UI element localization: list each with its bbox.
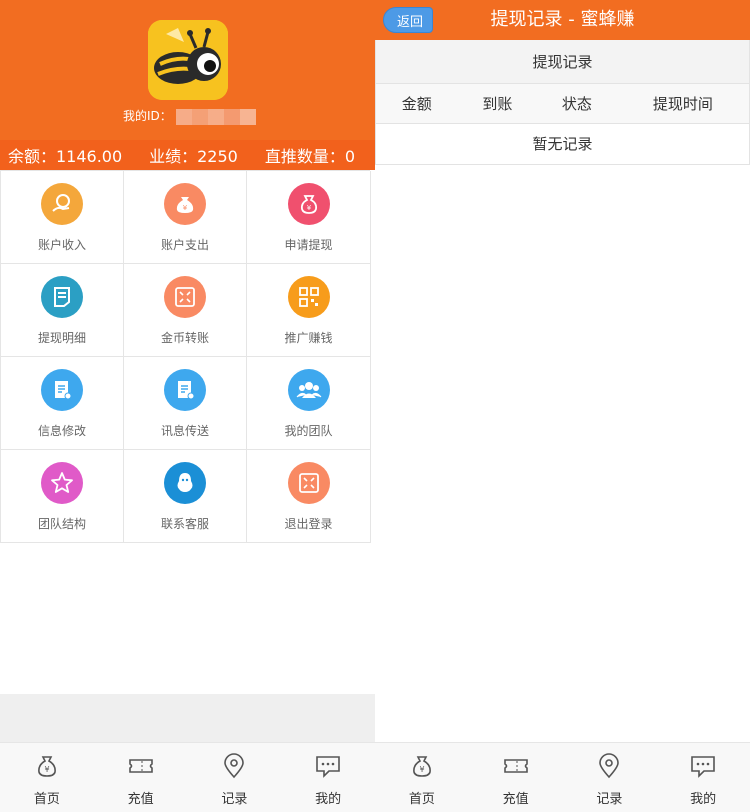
nav-home[interactable]: ¥ 首页 bbox=[0, 743, 94, 812]
member-id-redacted bbox=[175, 108, 256, 125]
transfer-icon bbox=[164, 276, 206, 318]
menu-label: 金币转账 bbox=[160, 331, 209, 345]
column-header-received: 到账 bbox=[482, 95, 513, 113]
menu-item-account-expense[interactable]: ¥ 账户支出 bbox=[124, 171, 247, 264]
bottom-nav: ¥ 首页 充值 记录 我的 bbox=[375, 742, 750, 812]
document-icon bbox=[41, 276, 83, 318]
menu-label: 讯息传送 bbox=[160, 424, 209, 438]
menu-item-withdraw-details[interactable]: 提现明细 bbox=[1, 264, 124, 357]
menu-grid: 账户收入 ¥ 账户支出 ¥ 申请提现 提现明细 金币转账 推广赚钱 信息修改 讯… bbox=[0, 170, 371, 543]
menu-item-edit-info[interactable]: 信息修改 bbox=[1, 357, 124, 450]
location-pin-icon bbox=[221, 753, 247, 783]
menu-item-account-income[interactable]: 账户收入 bbox=[1, 171, 124, 264]
withdraw-records-panel: 返回 提现记录 - 蜜蜂赚 提现记录 金额 到账 状态 提现时间 暂无记录 bbox=[375, 0, 750, 742]
menu-label: 推广赚钱 bbox=[284, 331, 333, 345]
menu-item-promote-earn[interactable]: 推广赚钱 bbox=[247, 264, 371, 357]
stats-bar: 余额：1146.00 业绩：2250 直推数量：0 bbox=[0, 140, 375, 170]
menu-label: 账户支出 bbox=[160, 238, 209, 252]
nav-recharge[interactable]: 充值 bbox=[469, 743, 563, 812]
menu-label: 团队结构 bbox=[37, 517, 86, 531]
svg-text:¥: ¥ bbox=[306, 204, 311, 212]
qr-code-icon bbox=[287, 276, 330, 318]
member-panel: 我的ID： 余额：1146.00 业绩：2250 直推数量：0 账户收入 ¥ 账… bbox=[0, 0, 375, 742]
ticket-icon bbox=[503, 753, 529, 783]
balance-stat: 余额：1146.00 bbox=[8, 147, 123, 166]
star-icon bbox=[41, 462, 83, 504]
empty-message: 暂无记录 bbox=[532, 135, 593, 153]
nav-label: 首页 bbox=[408, 792, 435, 807]
qq-icon bbox=[164, 462, 206, 504]
svg-text:¥: ¥ bbox=[44, 765, 49, 774]
bottom-nav: ¥ 首页 充值 记录 我的 bbox=[0, 742, 375, 812]
page-title: 提现记录 - 蜜蜂赚 bbox=[490, 9, 635, 30]
nav-label: 记录 bbox=[596, 792, 623, 807]
menu-label: 提现明细 bbox=[37, 331, 86, 345]
menu-label: 退出登录 bbox=[284, 517, 333, 531]
nav-mine[interactable]: 我的 bbox=[656, 743, 750, 812]
nav-label: 记录 bbox=[221, 792, 248, 807]
nav-mine[interactable]: 我的 bbox=[281, 743, 375, 812]
coin-hand-icon bbox=[41, 183, 83, 225]
nav-home[interactable]: ¥ 首页 bbox=[375, 743, 469, 812]
nav-label: 我的 bbox=[315, 792, 342, 807]
app-root: 我的ID： 余额：1146.00 业绩：2250 直推数量：0 账户收入 ¥ 账… bbox=[0, 0, 750, 812]
chat-bubble-icon bbox=[315, 753, 341, 783]
nav-label: 充值 bbox=[502, 792, 529, 807]
logout-icon bbox=[287, 462, 330, 504]
empty-area bbox=[0, 694, 375, 742]
svg-text:¥: ¥ bbox=[183, 204, 188, 212]
menu-item-my-team[interactable]: 我的团队 bbox=[247, 357, 371, 450]
edit-doc-icon bbox=[41, 369, 83, 411]
member-id-label: 我的ID： bbox=[123, 109, 172, 123]
menu-label: 申请提现 bbox=[284, 238, 333, 252]
location-pin-icon bbox=[596, 753, 622, 783]
bee-logo bbox=[148, 20, 228, 100]
menu-item-apply-withdraw[interactable]: ¥ 申请提现 bbox=[247, 171, 371, 264]
message-doc-icon bbox=[164, 369, 206, 411]
nav-records[interactable]: 记录 bbox=[563, 743, 657, 812]
table-caption: 提现记录 bbox=[376, 40, 749, 84]
menu-label: 账户收入 bbox=[37, 238, 86, 252]
menu-item-contact-support[interactable]: 联系客服 bbox=[124, 450, 247, 543]
profile-header: 我的ID： bbox=[0, 0, 375, 140]
menu-item-coin-transfer[interactable]: 金币转账 bbox=[124, 264, 247, 357]
yuan-bag-icon: ¥ bbox=[287, 183, 330, 225]
ticket-icon bbox=[128, 753, 154, 783]
column-header-status: 状态 bbox=[561, 95, 592, 113]
menu-item-send-message[interactable]: 讯息传送 bbox=[124, 357, 247, 450]
member-id: 我的ID： bbox=[123, 107, 256, 125]
chat-bubble-icon bbox=[690, 753, 716, 783]
records-table: 提现记录 金额 到账 状态 提现时间 暂无记录 bbox=[375, 40, 750, 165]
direct-count-stat: 直推数量：0 bbox=[264, 147, 355, 166]
team-icon bbox=[287, 369, 330, 411]
top-bar: 返回 提现记录 - 蜜蜂赚 bbox=[375, 0, 750, 40]
money-bag-icon: ¥ bbox=[164, 183, 206, 225]
nav-label: 首页 bbox=[33, 792, 60, 807]
performance-stat: 业绩：2250 bbox=[149, 147, 238, 166]
nav-records[interactable]: 记录 bbox=[188, 743, 282, 812]
table-header: 金额 到账 状态 提现时间 bbox=[376, 84, 749, 124]
menu-label: 我的团队 bbox=[284, 424, 333, 438]
nav-label: 充值 bbox=[127, 792, 154, 807]
menu-item-logout[interactable]: 退出登录 bbox=[247, 450, 371, 543]
money-bag-icon: ¥ bbox=[409, 753, 435, 783]
column-header-time: 提现时间 bbox=[652, 95, 713, 113]
nav-recharge[interactable]: 充值 bbox=[94, 743, 188, 812]
money-bag-icon: ¥ bbox=[34, 753, 60, 783]
svg-text:¥: ¥ bbox=[419, 765, 424, 774]
menu-item-team-structure[interactable]: 团队结构 bbox=[1, 450, 124, 543]
menu-label: 信息修改 bbox=[37, 424, 86, 438]
nav-label: 我的 bbox=[690, 792, 717, 807]
column-header-amount: 金额 bbox=[401, 95, 432, 113]
menu-label: 联系客服 bbox=[160, 517, 209, 531]
